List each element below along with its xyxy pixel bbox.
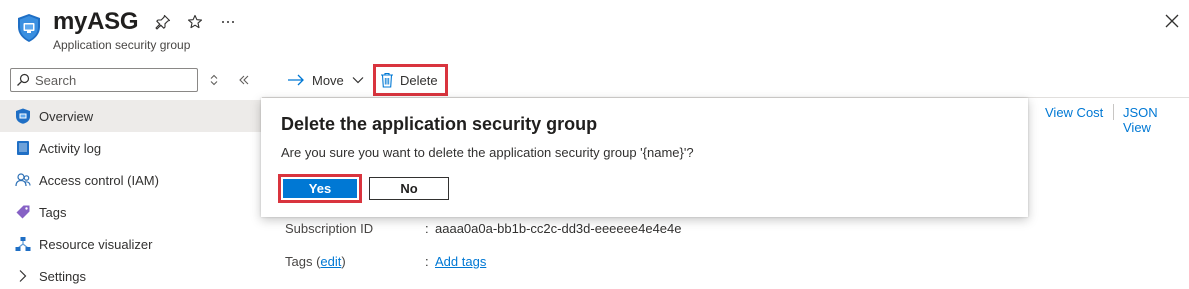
visualizer-icon (15, 237, 31, 251)
tags-colon: : (425, 254, 429, 269)
search-icon (17, 73, 30, 86)
collapse-sidebar-icon[interactable] (234, 70, 254, 90)
json-view-link[interactable]: JSON View (1123, 105, 1189, 135)
page-subtitle: Application security group (53, 38, 191, 52)
sidebar-item-label: Tags (39, 204, 67, 220)
delete-confirmation-dialog: Delete the application security group Ar… (261, 98, 1028, 217)
trash-icon (381, 72, 393, 88)
delete-button[interactable]: Delete (373, 64, 448, 96)
sidebar-item-label: Resource visualizer (39, 236, 153, 252)
yes-button-highlight: Yes (278, 174, 362, 203)
search-input[interactable] (35, 71, 190, 89)
tags-label-prefix: Tags ( (285, 254, 321, 269)
star-icon[interactable] (185, 12, 205, 32)
asg-shield-icon (18, 14, 40, 42)
more-icon[interactable] (218, 12, 238, 32)
pin-icon[interactable] (153, 12, 173, 32)
close-icon[interactable] (1161, 10, 1183, 32)
yes-button[interactable]: Yes (283, 179, 357, 198)
sidebar-item-tags[interactable]: Tags (0, 196, 262, 228)
activity-log-icon (17, 141, 29, 155)
chevron-right-icon (19, 270, 27, 282)
move-button[interactable]: Move (278, 64, 368, 96)
expand-collapse-icon[interactable] (204, 70, 224, 90)
dialog-message: Are you sure you want to delete the appl… (281, 145, 694, 160)
no-button[interactable]: No (369, 177, 449, 200)
sidebar-item-overview[interactable]: Overview (0, 100, 262, 132)
tags-label-suffix: ) (341, 254, 346, 269)
link-separator (1113, 104, 1114, 120)
sidebar-item-settings[interactable]: Settings (0, 260, 262, 289)
sidebar-item-label: Access control (IAM) (39, 172, 159, 188)
tag-icon (16, 205, 30, 219)
search-box[interactable] (10, 68, 198, 92)
tags-label: Tags (edit) (285, 254, 346, 269)
delete-label: Delete (400, 72, 438, 88)
arrow-right-icon (288, 74, 304, 86)
sidebar-item-activity-log[interactable]: Activity log (0, 132, 262, 164)
subscription-id-colon: : (425, 221, 429, 236)
sidebar-item-label: Activity log (39, 140, 102, 156)
move-label: Move (312, 72, 344, 88)
sidebar-item-label: Overview (39, 108, 94, 124)
sidebar-item-label: Settings (39, 268, 86, 284)
chevron-down-icon (352, 77, 364, 84)
subscription-id-value: aaaa0a0a-bb1b-cc2c-dd3d-eeeeee4e4e4e (435, 221, 682, 236)
resource-header: myASG Application security group (0, 0, 1189, 60)
overview-icon (16, 108, 30, 124)
sidebar-item-access-control[interactable]: Access control (IAM) (0, 164, 262, 196)
view-cost-link[interactable]: View Cost (1045, 105, 1103, 120)
dialog-title: Delete the application security group (281, 114, 598, 134)
tags-edit-link[interactable]: edit (320, 254, 341, 269)
add-tags-link[interactable]: Add tags (435, 254, 486, 269)
subscription-id-label: Subscription ID (285, 221, 374, 236)
sidebar-nav: Overview Activity log Access control (IA… (0, 100, 262, 289)
sidebar-item-resource-visualizer[interactable]: Resource visualizer (0, 228, 262, 260)
iam-icon (15, 173, 31, 187)
page-title: myASG (53, 8, 139, 35)
